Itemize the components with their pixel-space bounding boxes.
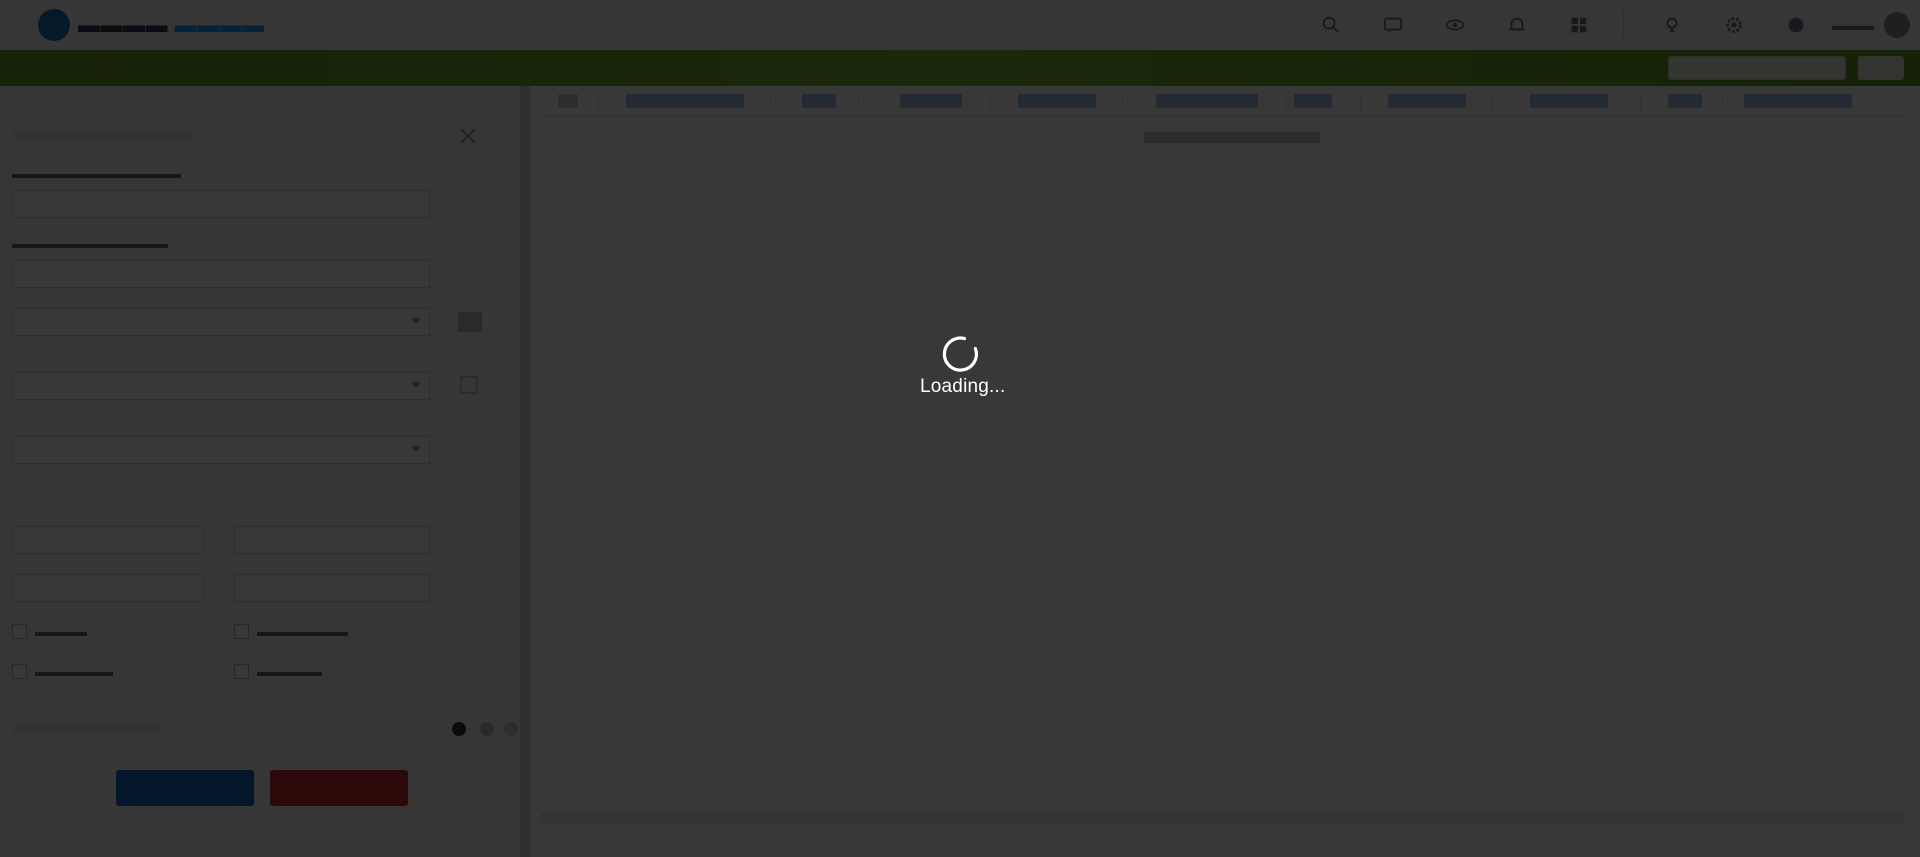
loading-text: Loading... <box>920 376 1006 397</box>
spinner-icon <box>942 336 978 372</box>
loading-overlay: Loading... <box>0 0 1920 857</box>
loading-indicator: Loading... <box>920 334 1006 398</box>
